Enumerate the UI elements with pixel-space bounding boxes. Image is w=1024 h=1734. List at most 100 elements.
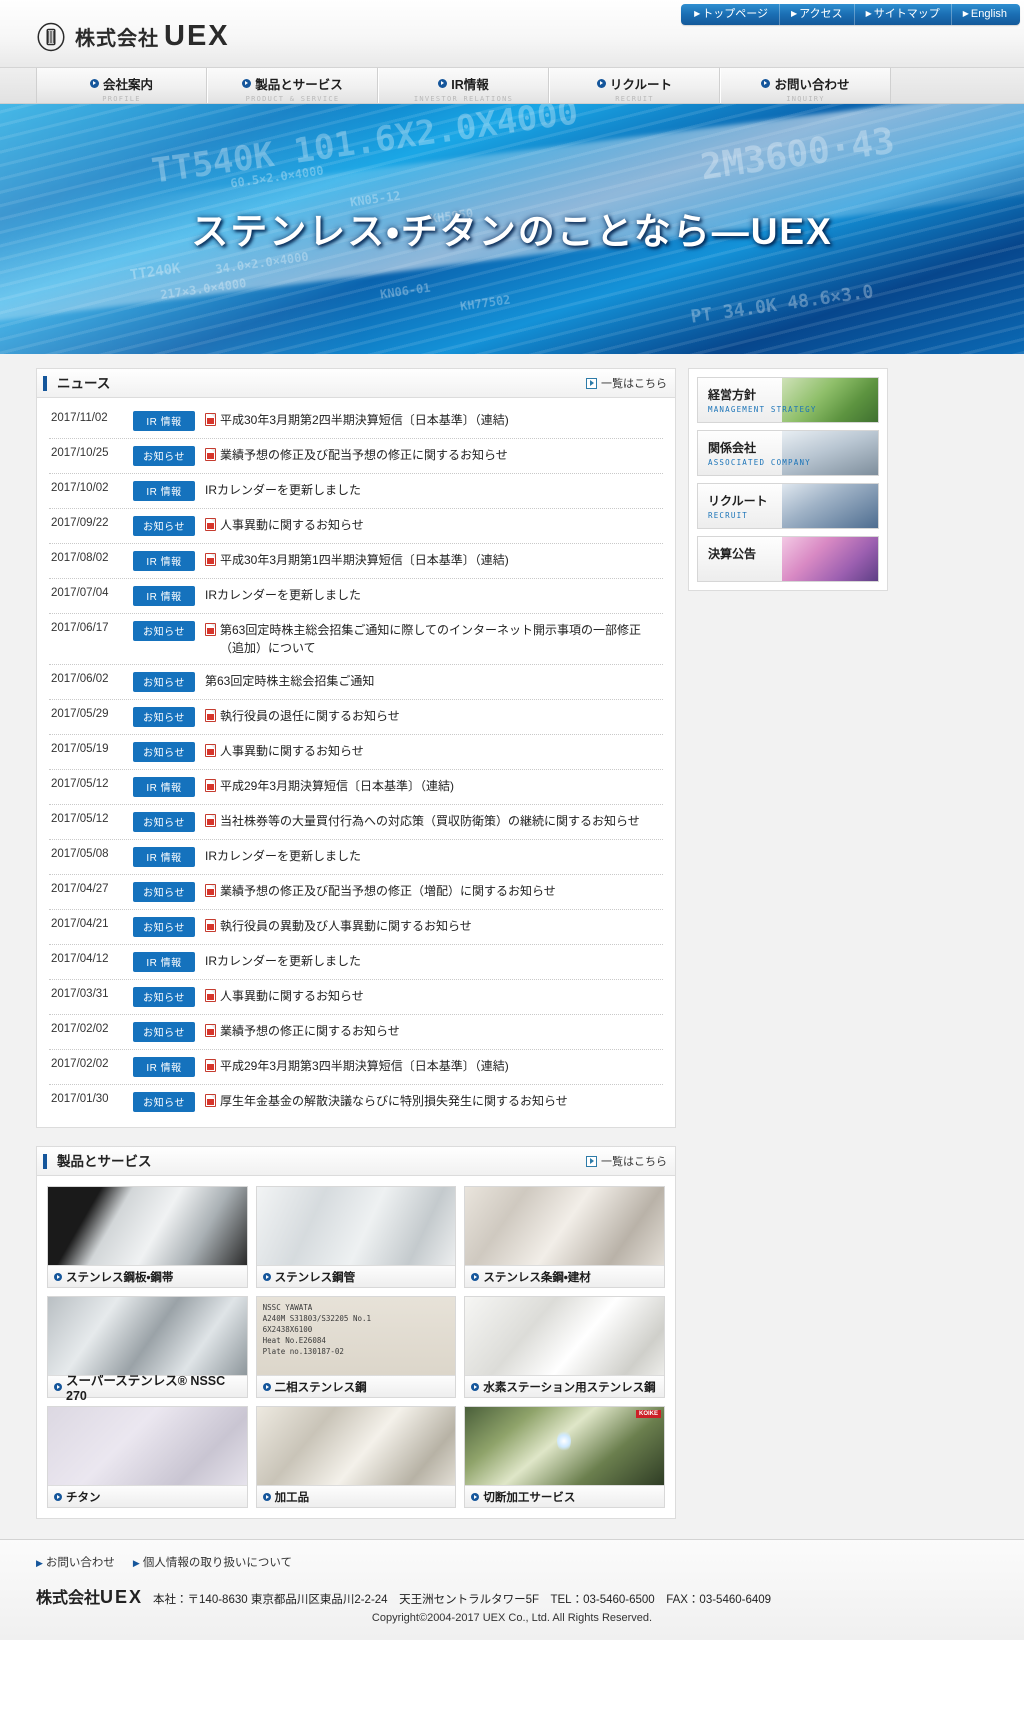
news-tag: お知らせ — [133, 882, 195, 902]
news-tag: お知らせ — [133, 516, 195, 536]
news-row[interactable]: 2017/07/04 IR 情報 IRカレンダーを更新しました — [49, 579, 663, 614]
news-row[interactable]: 2017/04/21 お知らせ 執行役員の異動及び人事異動に関するお知らせ — [49, 910, 663, 945]
news-row[interactable]: 2017/03/31 お知らせ 人事異動に関するお知らせ — [49, 980, 663, 1015]
news-title[interactable]: 平成29年3月期第3四半期決算短信〔日本基準〕（連結) — [205, 1057, 661, 1075]
products-section: 製品とサービス 一覧はこちら ステンレス鋼板・鋼帯 ステンレス鋼管 ステンレス条鋼・… — [36, 1146, 676, 1519]
product-card[interactable]: 水素ステーション用ステンレス鋼 — [464, 1296, 665, 1398]
bullet-arrow-icon — [54, 1492, 62, 1501]
news-title-text: 平成30年3月期第2四半期決算短信〔日本基準〕（連結) — [220, 413, 509, 427]
product-card[interactable]: 加工品 — [255, 1406, 457, 1508]
news-title[interactable]: 当社株券等の大量買付行為への対応策（買収防衛策）の継続に関するお知らせ — [205, 812, 661, 830]
bullet-arrow-icon — [596, 79, 606, 88]
site-logo[interactable]: 株式会社 UEX — [36, 20, 230, 53]
footer-link-inquiry[interactable]: ▶ お問い合わせ — [36, 1554, 115, 1570]
product-card[interactable]: ステンレス条鋼・建材 — [464, 1186, 665, 1288]
bullet-arrow-icon — [471, 1492, 480, 1501]
news-row[interactable]: 2017/02/02 IR 情報 平成29年3月期第3四半期決算短信〔日本基準〕（連… — [49, 1050, 663, 1085]
news-title[interactable]: 人事異動に関するお知らせ — [205, 516, 661, 534]
news-title[interactable]: 厚生年金基金の解散決議ならびに特別損失発生に関するお知らせ — [205, 1092, 661, 1110]
news-title[interactable]: 平成30年3月期第2四半期決算短信〔日本基準〕（連結) — [205, 411, 661, 429]
news-date: 2017/04/27 — [51, 883, 109, 895]
news-title-text: 第63回定時株主総会招集ご通知 — [205, 674, 375, 688]
news-row[interactable]: 2017/06/17 お知らせ 第63回定時株主総会招集ご通知に際してのインターネッ… — [49, 614, 663, 665]
news-tag: お知らせ — [133, 1022, 195, 1042]
product-caption: スーパーステンレス® NSSC 270 — [48, 1374, 247, 1403]
news-row[interactable]: 2017/08/02 IR 情報 平成30年3月期第1四半期決算短信〔日本基準〕（連… — [49, 544, 663, 579]
news-title[interactable]: 業績予想の修正及び配当予想の修正（増配）に関するお知らせ — [205, 882, 661, 900]
nav-item-profile[interactable]: 会社案内 PROFILE — [36, 68, 207, 103]
news-title[interactable]: 執行役員の異動及び人事異動に関するお知らせ — [205, 917, 661, 935]
pdf-icon — [205, 919, 216, 932]
product-card[interactable]: ステンレス鋼板・鋼帯 — [47, 1186, 248, 1288]
bullet-arrow-icon — [242, 79, 252, 88]
news-row[interactable]: 2017/10/25 お知らせ 業績予想の修正及び配当予想の修正に関するお知らせ — [49, 439, 663, 474]
news-title-text: IRカレンダーを更新しました — [205, 588, 362, 602]
utility-nav-item-top[interactable]: ▶ トップページ — [683, 4, 780, 25]
news-title[interactable]: 執行役員の退任に関するお知らせ — [205, 707, 661, 725]
pdf-icon — [205, 744, 216, 757]
footer-spacer — [0, 1519, 1024, 1539]
sidebar-banner-1[interactable]: 経営方針 MANAGEMENT STRATEGY — [697, 377, 879, 423]
product-label: 加工品 — [274, 1491, 310, 1504]
news-title[interactable]: 人事異動に関するお知らせ — [205, 742, 661, 760]
news-row[interactable]: 2017/04/27 お知らせ 業績予想の修正及び配当予想の修正（増配）に関するお知… — [49, 875, 663, 910]
nav-item-inquiry[interactable]: お問い合わせ INQUIRY — [720, 68, 891, 103]
news-title[interactable]: IRカレンダーを更新しました — [205, 952, 661, 970]
news-row[interactable]: 2017/02/02 お知らせ 業績予想の修正に関するお知らせ — [49, 1015, 663, 1050]
sidebar-banner-3[interactable]: リクルート RECRUIT — [697, 483, 879, 529]
news-row[interactable]: 2017/06/02 お知らせ 第63回定時株主総会招集ご通知 — [49, 665, 663, 700]
sidebar-banner-4[interactable]: 決算公告 — [697, 536, 879, 582]
nav-item-product-service[interactable]: 製品とサービス PRODUCT & SERVICE — [207, 68, 378, 103]
utility-nav-label: English — [970, 8, 1007, 20]
product-card[interactable]: ステンレス鋼管 — [255, 1186, 457, 1288]
news-more-link[interactable]: 一覧はこちら — [586, 375, 667, 391]
nav-item-recruit[interactable]: リクルート RECRUIT — [549, 68, 720, 103]
news-title[interactable]: 業績予想の修正に関するお知らせ — [205, 1022, 661, 1040]
news-title[interactable]: 第63回定時株主総会招集ご通知に際してのインターネット開示事項の一部修正（追加）… — [205, 621, 661, 657]
sidebar-banner-label-jp: 経営方針 — [708, 388, 757, 402]
news-row[interactable]: 2017/11/02 IR 情報 平成30年3月期第2四半期決算短信〔日本基準〕（連… — [49, 404, 663, 439]
logo-company-en: UEX — [164, 20, 230, 52]
news-date: 2017/10/02 — [51, 482, 109, 494]
news-tag: IR 情報 — [133, 551, 195, 571]
news-row[interactable]: 2017/05/19 お知らせ 人事異動に関するお知らせ — [49, 735, 663, 770]
news-title[interactable]: 業績予想の修正及び配当予想の修正に関するお知らせ — [205, 446, 661, 464]
news-date: 2017/04/21 — [51, 918, 109, 930]
news-title-text: 執行役員の異動及び人事異動に関するお知らせ — [220, 919, 472, 933]
footer-company-row: 株式会社UEX 本社：〒140-8630 東京都品川区東品川2-2-24 天王洲… — [36, 1584, 988, 1608]
news-title[interactable]: 第63回定時株主総会招集ご通知 — [205, 672, 661, 690]
products-more-link[interactable]: 一覧はこちら — [586, 1153, 667, 1169]
utility-nav-item-sitemap[interactable]: ▶ サイトマップ — [855, 4, 952, 25]
product-caption: 水素ステーション用ステンレス鋼 — [465, 1375, 664, 1397]
product-card[interactable]: スーパーステンレス® NSSC 270 — [47, 1296, 248, 1403]
news-title[interactable]: IRカレンダーを更新しました — [205, 481, 661, 499]
site-header: ▶ トップページ ▶ アクセス ▶ サイトマップ ▶ English 株式会社 UEX — [0, 0, 1024, 68]
nav-item-ir[interactable]: IR情報 INVESTOR RELATIONS — [378, 68, 549, 103]
news-title[interactable]: 人事異動に関するお知らせ — [205, 987, 661, 1005]
utility-nav-item-english[interactable]: ▶ English — [952, 4, 1018, 25]
news-title[interactable]: IRカレンダーを更新しました — [205, 586, 661, 604]
news-row[interactable]: 2017/01/30 お知らせ 厚生年金基金の解散決議ならびに特別損失発生に関するお… — [49, 1085, 663, 1119]
product-label: ステンレス条鋼・建材 — [483, 1271, 591, 1284]
product-card[interactable]: NSSC YAWATA A240M S31803/S32205 No.1 6X2… — [255, 1296, 457, 1398]
bullet-arrow-icon — [438, 79, 448, 88]
utility-nav-item-access[interactable]: ▶ アクセス — [780, 4, 855, 25]
news-tag: お知らせ — [133, 621, 195, 641]
news-row[interactable]: 2017/05/12 IR 情報 平成29年3月期決算短信〔日本基準〕（連結) — [49, 770, 663, 805]
hero-ghost-text: 2M3600·43 — [698, 120, 897, 189]
hero-ghost-text: 217×3.0×4000 — [159, 276, 248, 302]
news-row[interactable]: 2017/05/12 お知らせ 当社株券等の大量買付行為への対応策（買収防衛策）の継… — [49, 805, 663, 840]
footer-link-privacy[interactable]: ▶ 個人情報の取り扱いについて — [133, 1554, 292, 1570]
news-row[interactable]: 2017/09/22 お知らせ 人事異動に関するお知らせ — [49, 509, 663, 544]
news-title[interactable]: 平成29年3月期決算短信〔日本基準〕（連結) — [205, 777, 661, 795]
news-title[interactable]: IRカレンダーを更新しました — [205, 847, 661, 865]
news-row[interactable]: 2017/05/08 IR 情報 IRカレンダーを更新しました — [49, 840, 663, 875]
news-row[interactable]: 2017/05/29 お知らせ 執行役員の退任に関するお知らせ — [49, 700, 663, 735]
product-card[interactable]: チタン — [47, 1406, 248, 1508]
news-row[interactable]: 2017/04/12 IR 情報 IRカレンダーを更新しました — [49, 945, 663, 980]
sidebar-banner-2[interactable]: 関係会社 ASSOCIATED COMPANY — [697, 430, 879, 476]
news-row[interactable]: 2017/10/02 IR 情報 IRカレンダーを更新しました — [49, 474, 663, 509]
news-title[interactable]: 平成30年3月期第1四半期決算短信〔日本基準〕（連結) — [205, 551, 661, 569]
pdf-icon — [205, 413, 216, 426]
product-card[interactable]: KOIKE 切断加工サービス — [464, 1406, 665, 1508]
